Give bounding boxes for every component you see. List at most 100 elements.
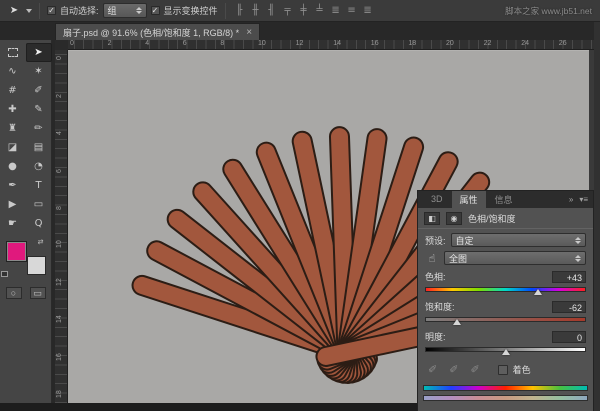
type-tool[interactable]: T: [26, 176, 52, 195]
hue-row: 色相:+43: [418, 265, 593, 283]
divider: [39, 3, 40, 19]
align-buttons-group: ╟╫╢╤╪╧≣≡≣: [233, 5, 375, 16]
options-bar: ➤ ✓ 自动选择: 组 ✓ 显示变换控件 ╟╫╢╤╪╧≣≡≣ 脚本之家 www.…: [0, 0, 600, 22]
auto-select-value: 组: [108, 4, 117, 17]
preset-dropdown[interactable]: 自定: [451, 233, 586, 247]
distribute-centers-icon[interactable]: ≡: [345, 5, 359, 16]
saturation-slider[interactable]: [425, 316, 586, 325]
vertical-ruler[interactable]: 024681012141618: [55, 50, 68, 403]
preset-label: 预设:: [425, 234, 446, 247]
default-colors-icon[interactable]: [1, 271, 8, 277]
align-bottom-edges-icon[interactable]: ╧: [313, 5, 327, 16]
panel-dock-strip: [594, 22, 600, 411]
quick-mask-button[interactable]: ○: [6, 287, 22, 299]
healing-brush-tool[interactable]: ✚: [0, 100, 26, 119]
tool-preset-caret-icon[interactable]: [26, 9, 32, 13]
tab-properties[interactable]: 属性: [452, 191, 486, 209]
align-top-edges-icon[interactable]: ╤: [281, 5, 295, 16]
layer-mask-icon[interactable]: ◉: [446, 212, 462, 225]
lightness-row: 明度:0: [418, 325, 593, 343]
targeted-adjustment-icon[interactable]: ☝: [425, 252, 439, 265]
eraser-tool-icon: ◪: [8, 142, 17, 153]
collapse-panel-icon[interactable]: »: [569, 195, 573, 204]
eraser-tool[interactable]: ◪: [0, 138, 26, 157]
hand-tool[interactable]: ☛: [0, 214, 26, 233]
screen-mode-button[interactable]: ▭: [30, 287, 46, 299]
adjustment-layer-icon: ◧: [424, 212, 440, 225]
ruler-label: 8: [220, 40, 224, 47]
gradient-tool[interactable]: ▤: [26, 138, 52, 157]
rectangular-marquee-tool[interactable]: [0, 43, 26, 62]
eyedropper-sample-icon[interactable]: ✐: [428, 363, 437, 376]
hue-slider[interactable]: [425, 286, 586, 295]
eyedropper-add-icon[interactable]: ✐: [449, 363, 458, 376]
distribute-right-icon[interactable]: ≣: [361, 5, 375, 16]
tab-info[interactable]: 信息: [487, 191, 521, 209]
crop-tool[interactable]: #: [0, 81, 26, 100]
colorize-checkbox[interactable]: [498, 365, 508, 375]
saturation-slider-thumb[interactable]: [453, 319, 461, 325]
distribute-left-icon[interactable]: ≣: [329, 5, 343, 16]
path-selection-tool[interactable]: ▶: [0, 195, 26, 214]
history-brush-tool[interactable]: ✏: [26, 119, 52, 138]
ruler-label: 26: [559, 40, 567, 47]
adjustment-title: 色相/饱和度: [468, 212, 516, 225]
lightness-slider[interactable]: [425, 346, 586, 355]
pen-tool[interactable]: ✒: [0, 176, 26, 195]
magic-wand-tool[interactable]: ✶: [26, 62, 52, 81]
watermark-text: 脚本之家 www.jb51.net: [505, 5, 596, 17]
ruler-label: 12: [296, 40, 304, 47]
horizontal-ruler[interactable]: 0246810121416182022242628: [55, 40, 594, 50]
ruler-label: 18: [56, 391, 63, 399]
move-tool[interactable]: ➤: [26, 43, 52, 62]
clone-stamp-tool[interactable]: ♜: [0, 119, 26, 138]
panel-menu-icon[interactable]: ▾≡: [579, 195, 588, 204]
eyedropper-tool-icon: ✐: [34, 85, 42, 96]
ruler-label: 22: [484, 40, 492, 47]
move-tool-icon: ➤: [34, 47, 42, 58]
eyedropper-subtract-icon[interactable]: ✐: [470, 363, 479, 376]
ruler-label: 12: [56, 278, 63, 286]
background-color-swatch[interactable]: [27, 256, 46, 275]
ruler-label: 2: [56, 94, 63, 98]
ruler-label: 18: [408, 40, 416, 47]
dropdown-arrows-icon: [575, 255, 581, 262]
show-transform-checkbox[interactable]: ✓: [151, 6, 160, 15]
dodge-tool[interactable]: ◔: [26, 157, 52, 176]
zoom-tool-icon: Q: [35, 218, 43, 229]
close-tab-icon[interactable]: ×: [246, 27, 252, 38]
channel-dropdown[interactable]: 全图: [444, 251, 586, 265]
path-selection-tool-icon: ▶: [9, 199, 17, 210]
align-horizontal-centers-icon[interactable]: ╫: [249, 5, 263, 16]
crop-tool-icon: #: [8, 85, 16, 96]
auto-select-dropdown[interactable]: 组: [103, 3, 147, 18]
document-tab[interactable]: 扇子.psd @ 91.6% (色相/饱和度 1, RGB/8) * ×: [55, 23, 260, 40]
ruler-label: 10: [258, 40, 266, 47]
align-vertical-centers-icon[interactable]: ╪: [297, 5, 311, 16]
align-right-edges-icon[interactable]: ╢: [265, 5, 279, 16]
blur-tool[interactable]: ●: [0, 157, 26, 176]
type-tool-icon: T: [35, 180, 41, 191]
foreground-color-swatch[interactable]: [6, 241, 27, 262]
saturation-value-input[interactable]: -62: [552, 301, 586, 313]
divider: [225, 3, 226, 19]
zoom-tool[interactable]: Q: [26, 214, 52, 233]
lightness-slider-thumb[interactable]: [502, 349, 510, 355]
ruler-label: 4: [56, 131, 63, 135]
color-swatches: ⇄: [6, 241, 46, 275]
channel-value: 全图: [449, 252, 467, 265]
hue-slider-thumb[interactable]: [534, 289, 542, 295]
brush-tool[interactable]: ✎: [26, 100, 52, 119]
align-left-edges-icon[interactable]: ╟: [233, 5, 247, 16]
auto-select-checkbox[interactable]: ✓: [47, 6, 56, 15]
healing-brush-tool-icon: ✚: [8, 104, 16, 115]
swap-colors-icon[interactable]: ⇄: [38, 238, 44, 246]
tab-3d[interactable]: 3D: [423, 192, 451, 207]
ruler-label: 10: [56, 240, 63, 248]
lightness-value-input[interactable]: 0: [552, 331, 586, 343]
shape-tool[interactable]: ▭: [26, 195, 52, 214]
hue-value-input[interactable]: +43: [552, 271, 586, 283]
eyedropper-tool[interactable]: ✐: [26, 81, 52, 100]
saturation-track: [425, 317, 586, 322]
lasso-tool[interactable]: ∿: [0, 62, 26, 81]
